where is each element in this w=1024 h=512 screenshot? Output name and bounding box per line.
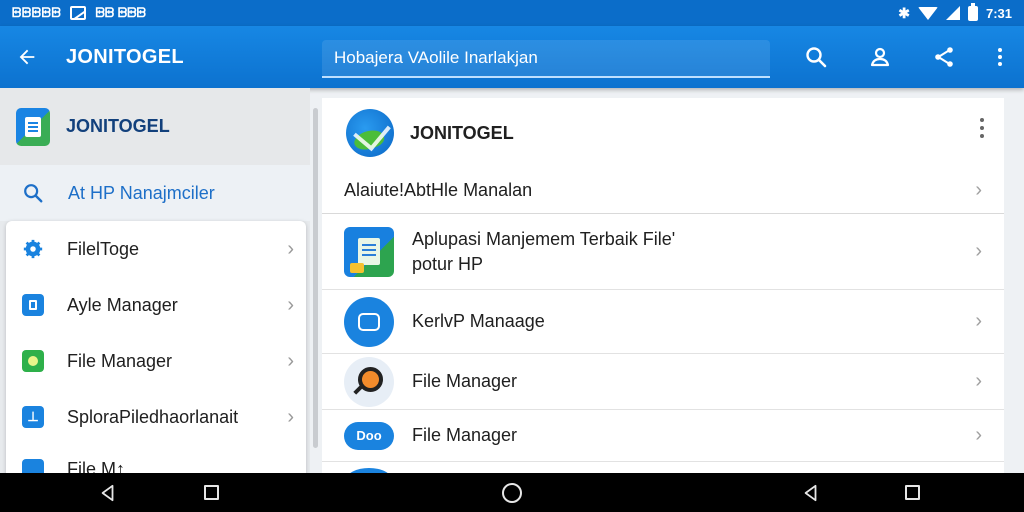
search-button[interactable] bbox=[784, 26, 848, 88]
chevron-right-icon: › bbox=[287, 349, 294, 372]
chevron-right-icon: › bbox=[975, 424, 982, 446]
app-title: JONITOGEL bbox=[66, 45, 184, 68]
status-time: 7:31 bbox=[985, 5, 1012, 21]
more-vertical-icon[interactable] bbox=[978, 118, 986, 142]
sidebar-item-label: FilelToge bbox=[67, 238, 140, 259]
nav-back-button[interactable] bbox=[78, 473, 138, 512]
sidebar-item-splora[interactable]: ⊥ SplorаPiledhaorlanait › bbox=[6, 389, 306, 445]
chevron-right-icon: › bbox=[975, 310, 982, 332]
chevron-right-icon: › bbox=[975, 370, 982, 392]
globe-logo-icon bbox=[346, 109, 394, 157]
sidebar-item-label: Ayle Manager bbox=[67, 294, 178, 315]
search-magnifier-icon bbox=[344, 356, 394, 407]
chevron-right-icon: › bbox=[287, 405, 294, 428]
sidebar-header-title: JONITOGEL bbox=[66, 116, 170, 136]
sidebar-scrollbar[interactable] bbox=[313, 108, 318, 448]
home-circle-icon bbox=[502, 482, 522, 503]
app-bar: JONITOGEL bbox=[0, 26, 1024, 88]
search-field[interactable] bbox=[322, 40, 770, 78]
search-icon bbox=[806, 47, 827, 68]
green-app-icon bbox=[22, 350, 44, 372]
battery-icon bbox=[967, 2, 978, 21]
list-item-subtitle[interactable]: Alaiute!AbtHle Manalan › bbox=[322, 168, 1004, 214]
sidebar-item-filetoge[interactable]: FilelToge › bbox=[6, 221, 306, 277]
file-app-icon bbox=[344, 226, 394, 277]
list-item-label: Alaiute!AbtHle Manalan bbox=[344, 180, 533, 200]
main-header: JONITOGEL bbox=[322, 98, 1004, 168]
sidebar-header: JONITOGEL bbox=[0, 88, 310, 165]
main-panel: JONITOGEL Alaiute!AbtHle Manalan › Aplup… bbox=[322, 98, 1004, 473]
sidebar-item-label: SplorаPiledhaorlanait bbox=[67, 406, 239, 427]
pill-badge-text: Doo bbox=[356, 428, 382, 443]
app-logo-icon bbox=[16, 107, 50, 146]
share-icon bbox=[935, 47, 953, 67]
account-button[interactable] bbox=[848, 26, 912, 88]
recents-square-icon bbox=[203, 485, 219, 500]
share-button[interactable] bbox=[912, 26, 976, 88]
sidebar-item-file-manager[interactable]: File Manager › bbox=[6, 333, 306, 389]
sidebar-list: FilelToge › Ayle Manager › File Manager … bbox=[6, 221, 306, 473]
more-vertical-icon bbox=[998, 48, 1002, 66]
pill-icon: Doo bbox=[344, 421, 394, 450]
nav-home-button[interactable] bbox=[482, 473, 542, 512]
nav-back-button-2[interactable] bbox=[781, 473, 841, 512]
back-triangle-icon bbox=[101, 484, 114, 501]
app-square-icon bbox=[22, 294, 44, 316]
search-icon bbox=[24, 184, 43, 203]
nav-recents-button-2[interactable] bbox=[882, 473, 942, 512]
list-item-title: File Manager bbox=[412, 371, 518, 391]
app-square-icon bbox=[22, 459, 44, 473]
chevron-right-icon: › bbox=[287, 237, 294, 260]
main-header-title: JONITOGEL bbox=[410, 122, 514, 143]
sidebar-item-label: File M↑ bbox=[67, 459, 125, 473]
system-nav-bar bbox=[0, 473, 1024, 512]
list-item-title: File Manager bbox=[412, 425, 518, 445]
list-item-file-app[interactable]: Aplupasi Manjemem Terbaik File' potur HP… bbox=[322, 214, 1004, 290]
wifi-icon bbox=[917, 6, 938, 20]
sidebar-search[interactable]: At HP Nanajmciler bbox=[0, 165, 310, 221]
back-arrow-icon[interactable] bbox=[0, 46, 54, 68]
overflow-menu-button[interactable] bbox=[976, 26, 1024, 88]
sidebar-search-label: At HP Nanajmciler bbox=[68, 182, 215, 203]
signal-icon bbox=[945, 6, 960, 20]
sidebar-item-file-m[interactable]: File M↑ bbox=[6, 445, 306, 473]
recents-square-icon bbox=[904, 485, 920, 500]
list-item-title: Aplupasi Manjemem Terbaik File' bbox=[412, 228, 676, 249]
list-item-file-manager-1[interactable]: File Manager › bbox=[322, 354, 1004, 410]
back-triangle-icon bbox=[804, 484, 817, 501]
folder-round-icon bbox=[344, 296, 394, 347]
list-item-title: KerlvP Manaage bbox=[412, 311, 545, 331]
sidebar-item-ayle-manager[interactable]: Ayle Manager › bbox=[6, 277, 306, 333]
status-notification-text: ᗸᗸᗸᗸᗸ bbox=[12, 5, 62, 20]
gear-icon bbox=[22, 238, 44, 260]
user-icon bbox=[870, 47, 890, 67]
list-item-subtitle: potur HP bbox=[412, 253, 484, 274]
chevron-right-icon: › bbox=[287, 293, 294, 316]
bluetooth-icon: ✱ bbox=[898, 4, 910, 21]
search-input[interactable] bbox=[322, 40, 770, 78]
chevron-right-icon: › bbox=[975, 240, 982, 262]
mail-icon bbox=[70, 6, 87, 20]
sidebar: JONITOGEL At HP Nanajmciler FilelToge › … bbox=[0, 88, 310, 473]
status-extra-text: ᗸᗸ ᗸᗸᗸ bbox=[95, 5, 146, 20]
status-bar: ᗸᗸᗸᗸᗸ ᗸᗸ ᗸᗸᗸ ✱ 7:31 bbox=[0, 0, 1024, 26]
chevron-right-icon: › bbox=[975, 179, 982, 201]
list-item-file-manager-2[interactable]: Doo File Manager › bbox=[322, 410, 1004, 462]
sidebar-item-label: File Manager bbox=[67, 350, 173, 371]
list-item-kervp-manaage[interactable]: KerlvP Manaage › bbox=[322, 290, 1004, 354]
upload-app-icon: ⊥ bbox=[22, 406, 44, 428]
nav-recents-button[interactable] bbox=[181, 473, 241, 512]
